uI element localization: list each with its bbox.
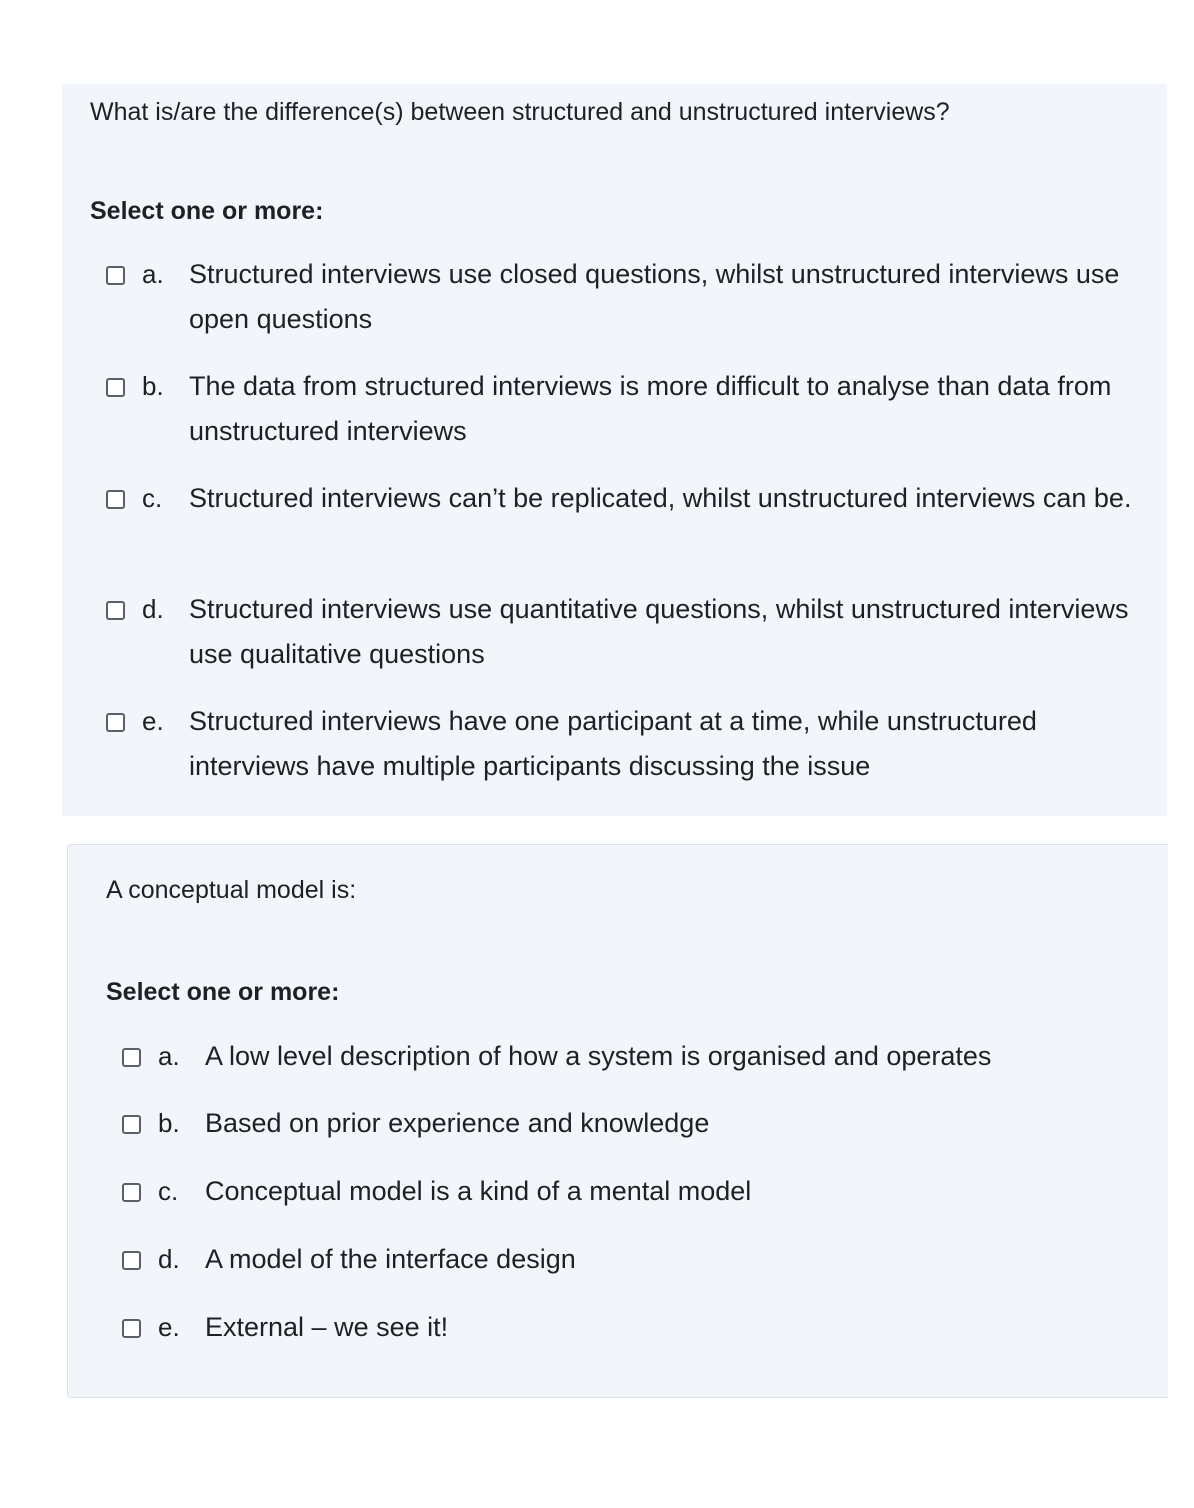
option-c[interactable]: c. Conceptual model is a kind of a menta… <box>122 1176 1105 1214</box>
option-label: The data from structured interviews is m… <box>189 371 1112 446</box>
checkbox[interactable] <box>106 378 125 397</box>
select-prompt: Select one or more: <box>106 978 340 1006</box>
checkbox[interactable] <box>106 601 125 620</box>
option-letter: b. <box>158 1108 180 1138</box>
option-label: Structured interviews have one participa… <box>189 706 1037 781</box>
question-text: A conceptual model is: <box>106 876 357 904</box>
option-letter: e. <box>158 1312 180 1342</box>
option-letter: c. <box>158 1176 179 1206</box>
option-c[interactable]: c. Structured interviews can’t be replic… <box>106 483 1139 521</box>
option-label: External – we see it! <box>205 1312 449 1342</box>
option-label: Conceptual model is a kind of a mental m… <box>205 1176 752 1206</box>
option-d[interactable]: d. Structured interviews use quantitativ… <box>106 594 1139 677</box>
option-letter: c. <box>142 483 163 513</box>
option-label: Based on prior experience and knowledge <box>205 1108 710 1138</box>
option-letter: a. <box>158 1041 180 1071</box>
option-e[interactable]: e. Structured interviews have one partic… <box>106 706 1139 789</box>
question-text: What is/are the difference(s) between st… <box>90 98 950 126</box>
checkbox[interactable] <box>106 490 125 509</box>
option-letter: e. <box>142 706 164 736</box>
question-2: A conceptual model is: Select one or mor… <box>67 844 1168 1398</box>
option-b[interactable]: b. The data from structured interviews i… <box>106 371 1139 454</box>
option-label: Structured interviews use quantitative q… <box>189 594 1129 669</box>
select-prompt: Select one or more: <box>90 197 324 225</box>
option-a[interactable]: a. Structured interviews use closed ques… <box>106 259 1139 342</box>
checkbox[interactable] <box>106 713 125 732</box>
checkbox[interactable] <box>122 1183 141 1202</box>
option-e[interactable]: e. External – we see it! <box>122 1312 1105 1350</box>
option-a[interactable]: a. A low level description of how a syst… <box>122 1041 1105 1079</box>
question-1: What is/are the difference(s) between st… <box>62 84 1167 816</box>
option-label: A low level description of how a system … <box>205 1041 992 1071</box>
option-label: A model of the interface design <box>205 1244 576 1274</box>
option-letter: d. <box>158 1244 180 1274</box>
option-label: Structured interviews can’t be replicate… <box>189 483 1132 513</box>
checkbox[interactable] <box>122 1048 141 1067</box>
checkbox[interactable] <box>106 266 125 285</box>
checkbox[interactable] <box>122 1251 141 1270</box>
checkbox[interactable] <box>122 1319 141 1338</box>
option-letter: d. <box>142 594 164 624</box>
option-label: Structured interviews use closed questio… <box>189 259 1120 334</box>
option-letter: b. <box>142 371 164 401</box>
option-d[interactable]: d. A model of the interface design <box>122 1244 1105 1282</box>
option-letter: a. <box>142 259 164 289</box>
option-b[interactable]: b. Based on prior experience and knowled… <box>122 1108 1105 1146</box>
checkbox[interactable] <box>122 1115 141 1134</box>
